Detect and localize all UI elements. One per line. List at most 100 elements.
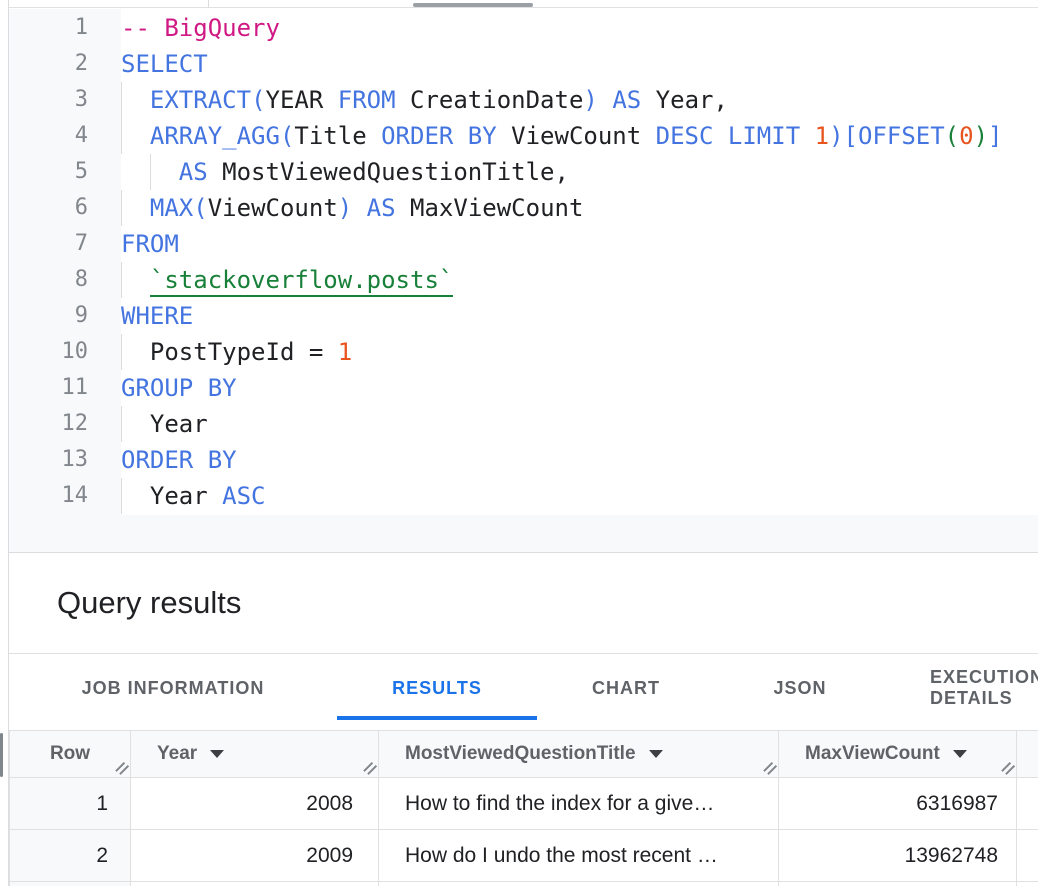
column-header-year: Year [131,731,379,777]
column-header-row: Row [10,731,131,777]
token-plain [121,266,150,294]
code-text: ORDER BY [121,442,1038,478]
code-text: -- BigQuery [121,10,1038,46]
table-reference-link[interactable]: `stackoverflow.posts` [150,266,453,297]
code-line: 12 Year [9,406,1038,442]
results-tab-bar: JOB INFORMATION RESULTS CHART JSON EXECU… [9,655,1038,721]
code-text: MAX(ViewCount) AS MaxViewCount [121,190,1038,226]
token-kw: GROUP BY [121,374,237,402]
token-kw: SELECT [121,50,208,78]
tab-chart[interactable]: CHART [537,655,715,721]
tab-job-information[interactable]: JOB INFORMATION [9,655,337,721]
code-line: 3 EXTRACT(YEAR FROM CreationDate) AS Yea… [9,82,1038,118]
code-text: WHERE [121,298,1038,334]
cell-row-number: 2 [10,830,131,881]
column-header-label: MaxViewCount [805,743,940,765]
token-kw: ARRAY_AGG [150,122,280,150]
code-text: SELECT [121,46,1038,82]
cell-extra [1017,830,1038,881]
token-pg: ) [974,122,988,150]
code-line: 7FROM [9,226,1038,262]
column-resize-handle[interactable] [1000,761,1014,775]
cell-partial [10,882,131,886]
code-line: 13ORDER BY [9,442,1038,478]
sort-dropdown-icon[interactable] [953,750,967,758]
token-plain: Year [121,410,208,438]
column-header-mostviewedquestiontitle: MostViewedQuestionTitle [379,731,779,777]
left-vertical-scrollbar-thumb[interactable] [0,733,3,777]
token-kw: ORDER BY [121,446,237,474]
tab-results[interactable]: RESULTS [337,655,537,721]
token-plain: MaxViewCount [396,194,584,222]
tab-execution-details[interactable]: EXECUTION DETAILS [885,655,1038,721]
token-pb: ( [251,86,265,114]
sql-editor[interactable]: 1-- BigQuery2SELECT3 EXTRACT(YEAR FROM C… [9,9,1038,553]
column-header-label: Row [50,743,90,765]
token-pb: ] [988,122,1002,150]
token-num: 0 [959,122,973,150]
cell-partial [131,882,379,886]
cell-max-view-count: 6316987 [779,778,1017,829]
code-text: `stackoverflow.posts` [121,262,1038,298]
query-results-header: Query results [9,554,1038,654]
token-plain: ViewCount [208,194,338,222]
tab-json[interactable]: JSON [715,655,885,721]
column-resize-handle[interactable] [114,761,128,775]
code-line: 5 AS MostViewedQuestionTitle, [9,154,1038,190]
code-line: 10 PostTypeId = 1 [9,334,1038,370]
line-number: 1 [9,10,121,46]
code-line: 6 MAX(ViewCount) AS MaxViewCount [9,190,1038,226]
code-text: EXTRACT(YEAR FROM CreationDate) AS Year, [121,82,1038,118]
token-plain: MostViewedQuestionTitle, [208,158,569,186]
token-pb: ) [338,194,352,222]
cell-partial [779,882,1017,886]
column-header-maxviewcount: MaxViewCount [779,731,1017,777]
token-plain [713,122,727,150]
token-plain [598,86,612,114]
cell-year: 2008 [131,778,379,829]
bigquery-console: 1-- BigQuery2SELECT3 EXTRACT(YEAR FROM C… [0,0,1038,886]
token-kw: ASC [222,482,265,510]
code-text: ARRAY_AGG(Title ORDER BY ViewCount DESC … [121,118,1038,154]
token-kw: LIMIT [728,122,800,150]
editor-tab-separator [208,0,209,8]
indent-guide [121,406,122,442]
sort-dropdown-icon[interactable] [210,750,224,758]
sort-dropdown-icon[interactable] [649,750,663,758]
line-number: 10 [9,334,121,370]
token-kw: MAX [150,194,193,222]
token-kw: OFFSET [858,122,945,150]
line-number: 14 [9,478,121,514]
token-plain [121,122,150,150]
token-pg: ( [945,122,959,150]
token-kw: AS [367,194,396,222]
cell-row-number: 1 [10,778,131,829]
cell-partial [1017,882,1038,886]
cell-partial [379,882,779,886]
code-line: 8 `stackoverflow.posts` [9,262,1038,298]
editor-code-area: 1-- BigQuery2SELECT3 EXTRACT(YEAR FROM C… [9,9,1038,514]
cell-max-view-count: 13962748 [779,830,1017,881]
table-row: 22009How do I undo the most recent …1396… [10,830,1038,882]
column-resize-handle[interactable] [362,761,376,775]
column-header-label: MostViewedQuestionTitle [405,743,636,765]
token-plain: PostTypeId = [121,338,338,366]
token-plain: Year [121,482,222,510]
token-plain: Year, [641,86,728,114]
tab-results-label: RESULTS [392,678,482,699]
indent-guide [121,190,122,226]
token-num: 1 [338,338,352,366]
token-plain: ViewCount [497,122,656,150]
token-kw: DESC [656,122,714,150]
code-text: PostTypeId = 1 [121,334,1038,370]
editor-horizontal-scrollbar-thumb[interactable] [413,3,533,7]
indent-guide [121,118,122,154]
code-text: FROM [121,226,1038,262]
token-kw: AS [612,86,641,114]
code-line: 4 ARRAY_AGG(Title ORDER BY ViewCount DES… [9,118,1038,154]
token-plain [121,194,150,222]
code-line: 1-- BigQuery [9,10,1038,46]
code-text: Year ASC [121,478,1038,514]
token-plain [121,86,150,114]
column-resize-handle[interactable] [762,761,776,775]
